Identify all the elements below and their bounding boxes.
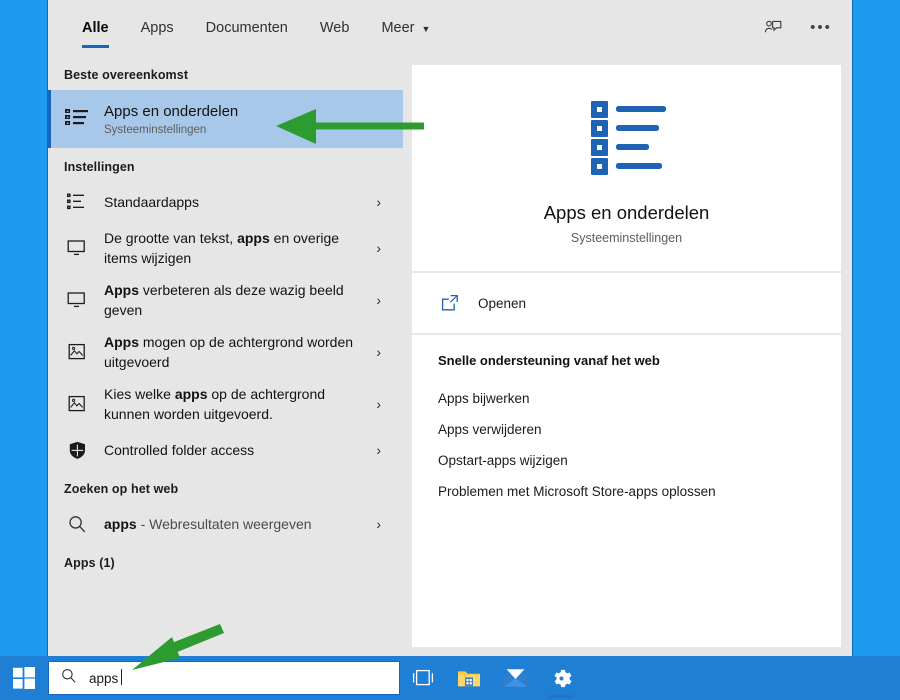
- ellipsis-icon: •••: [810, 24, 832, 32]
- web-help-link-3[interactable]: Opstart-apps wijzigen: [438, 445, 821, 476]
- setting-item-tekstgrootte[interactable]: De grootte van tekst, apps en overige it…: [48, 222, 403, 274]
- chevron-down-icon: ▼: [421, 24, 430, 34]
- web-help-link-4[interactable]: Problemen met Microsoft Store-apps oplos…: [438, 476, 821, 507]
- preview-open-action[interactable]: Openen: [412, 273, 841, 333]
- picture-icon: [64, 339, 90, 365]
- preview-title: Apps en onderdelen: [432, 202, 821, 224]
- picture-icon: [64, 391, 90, 417]
- apps-list-large-icon: [583, 101, 671, 180]
- tabbar-actions: •••: [756, 0, 852, 56]
- chevron-right-icon: ›: [372, 516, 393, 532]
- settings-header: Instellingen: [48, 148, 403, 182]
- web-result-query: apps: [104, 516, 137, 532]
- search-icon: [61, 668, 77, 689]
- setting-text-3c: verbeteren als deze wazig beeld geven: [104, 282, 344, 318]
- tab-apps-label: Apps: [141, 20, 174, 36]
- apps-count-header: Apps (1): [48, 544, 403, 578]
- web-help-link-1[interactable]: Apps bijwerken: [438, 383, 821, 414]
- tab-documenten-label: Documenten: [206, 20, 288, 36]
- feedback-person-icon[interactable]: [756, 11, 790, 45]
- tab-web[interactable]: Web: [304, 0, 366, 56]
- setting-item-kies-achtergrond-apps[interactable]: Kies welke apps op de achtergrond kunnen…: [48, 378, 403, 430]
- setting-label-5: Kies welke apps op de achtergrond kunnen…: [104, 384, 358, 424]
- monitor-icon: [64, 287, 90, 313]
- best-match-text: Apps en onderdelen Systeeminstellingen: [104, 103, 393, 136]
- settings-gear-icon[interactable]: [538, 656, 584, 700]
- tab-apps[interactable]: Apps: [125, 0, 190, 56]
- setting-text-6: Controlled folder access: [104, 442, 254, 458]
- setting-text-5a: Kies welke: [104, 386, 175, 402]
- setting-label-4: Apps mogen op de achtergrond worden uitg…: [104, 332, 358, 372]
- setting-label-6: Controlled folder access: [104, 441, 358, 459]
- result-apps-en-onderdelen[interactable]: Apps en onderdelen Systeeminstellingen: [48, 90, 403, 148]
- chevron-right-icon: ›: [372, 396, 393, 412]
- setting-item-standaardapps[interactable]: Standaardapps ›: [48, 182, 403, 222]
- setting-label-1: Standaardapps: [104, 193, 358, 211]
- taskbar-search-input[interactable]: apps: [48, 661, 400, 695]
- chevron-right-icon: ›: [372, 240, 393, 256]
- taskbar: apps: [0, 656, 900, 700]
- setting-label-3: Apps verbeteren als deze wazig beeld gev…: [104, 280, 358, 320]
- web-result-suffix: - Webresultaten weergeven: [137, 516, 312, 532]
- tab-alle-label: Alle: [82, 20, 109, 36]
- setting-item-achtergrond-apps[interactable]: Apps mogen op de achtergrond worden uitg…: [48, 326, 403, 378]
- tab-web-label: Web: [320, 20, 350, 36]
- windows-logo-icon[interactable]: [0, 656, 48, 700]
- tab-meer[interactable]: Meer ▼: [365, 0, 446, 56]
- web-help-header: Snelle ondersteuning vanaf het web: [438, 353, 821, 368]
- preview-web-help-card: Snelle ondersteuning vanaf het web Apps …: [412, 335, 841, 647]
- web-result-apps[interactable]: apps - Webresultaten weergeven ›: [48, 504, 403, 544]
- setting-text-3b: Apps: [104, 282, 139, 298]
- setting-text-2b: apps: [237, 230, 270, 246]
- setting-text-2a: De grootte van tekst,: [104, 230, 237, 246]
- setting-item-wazig-beeld[interactable]: Apps verbeteren als deze wazig beeld gev…: [48, 274, 403, 326]
- search-results-column: Beste overeenkomst: [48, 56, 403, 656]
- preview-column: Apps en onderdelen Systeeminstellingen O…: [403, 56, 852, 656]
- windows-search-panel: Alle Apps Documenten Web Meer ▼ •••: [47, 0, 853, 657]
- setting-label-2: De grootte van tekst, apps en overige it…: [104, 228, 358, 268]
- tab-alle[interactable]: Alle: [66, 0, 125, 56]
- mail-icon[interactable]: [492, 656, 538, 700]
- web-help-link-2[interactable]: Apps verwijderen: [438, 414, 821, 445]
- shield-icon: [64, 437, 90, 463]
- setting-item-controlled-folder-access[interactable]: Controlled folder access ›: [48, 430, 403, 470]
- chevron-right-icon: ›: [372, 344, 393, 360]
- open-label: Openen: [478, 296, 526, 311]
- search-icon: [64, 511, 90, 537]
- preview-hero-card: Apps en onderdelen Systeeminstellingen: [412, 65, 841, 271]
- setting-text-5b: apps: [175, 386, 208, 402]
- setting-text-1: Standaardapps: [104, 194, 199, 210]
- chevron-right-icon: ›: [372, 194, 393, 210]
- tab-meer-label: Meer: [381, 20, 414, 36]
- list-settings-icon: [64, 189, 90, 215]
- chevron-right-icon: ›: [372, 442, 393, 458]
- best-match-header: Beste overeenkomst: [48, 56, 403, 90]
- monitor-icon: [64, 235, 90, 261]
- setting-text-4b: Apps: [104, 334, 139, 350]
- tab-documenten[interactable]: Documenten: [190, 0, 304, 56]
- web-search-header: Zoeken op het web: [48, 470, 403, 504]
- more-options-button[interactable]: •••: [804, 11, 838, 45]
- best-match-subtitle: Systeeminstellingen: [104, 124, 393, 136]
- preview-subtitle: Systeeminstellingen: [432, 231, 821, 245]
- search-panel-body: Beste overeenkomst: [48, 56, 852, 656]
- setting-text-4c: mogen op de achtergrond worden uitgevoer…: [104, 334, 353, 370]
- search-tabbar: Alle Apps Documenten Web Meer ▼ •••: [48, 0, 852, 56]
- apps-list-icon: [64, 106, 90, 132]
- file-explorer-icon[interactable]: [446, 656, 492, 700]
- web-result-text: apps - Webresultaten weergeven: [104, 515, 358, 533]
- chevron-right-icon: ›: [372, 292, 393, 308]
- open-external-icon: [438, 290, 464, 316]
- best-match-title: Apps en onderdelen: [104, 103, 393, 121]
- search-input-value: apps: [89, 671, 118, 686]
- task-view-icon[interactable]: [400, 656, 446, 700]
